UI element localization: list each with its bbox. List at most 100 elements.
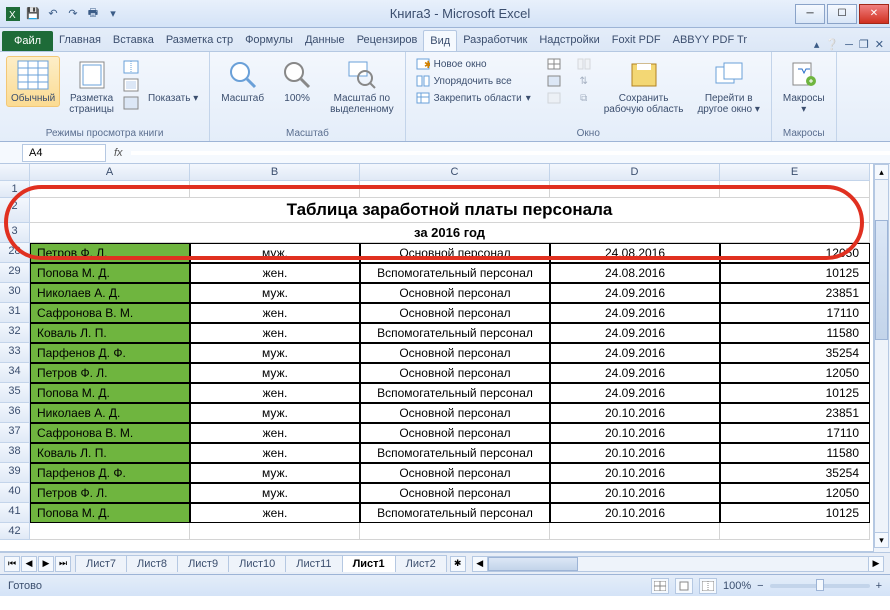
cell-category[interactable]: Основной персонал [360, 343, 550, 363]
maximize-button[interactable]: ☐ [827, 4, 857, 24]
page-layout-view-btn[interactable] [675, 578, 693, 594]
scroll-up-button[interactable]: ▴ [874, 164, 889, 180]
cell-value[interactable]: 17110 [720, 303, 870, 323]
cell-value[interactable]: 12050 [720, 243, 870, 263]
cell-category[interactable]: Основной персонал [360, 303, 550, 323]
cell-name[interactable]: Сафронова В. М. [30, 423, 190, 443]
zoom-in-button[interactable]: + [876, 580, 882, 592]
mdi-close-icon[interactable]: ✕ [875, 38, 884, 51]
cell-date[interactable]: 24.09.2016 [550, 343, 720, 363]
zoom-button[interactable]: Масштаб [216, 56, 269, 107]
cell-sex[interactable]: муж. [190, 243, 360, 263]
hscroll-thumb[interactable] [488, 557, 578, 571]
reset-position-button[interactable]: ⧉ [573, 90, 595, 106]
cell-date[interactable]: 24.09.2016 [550, 383, 720, 403]
cell-name[interactable]: Попова М. Д. [30, 503, 190, 523]
tab-главная[interactable]: Главная [53, 30, 107, 51]
cell-sex[interactable]: жен. [190, 443, 360, 463]
zoom-out-button[interactable]: − [757, 580, 763, 592]
arrange-all-button[interactable]: Упорядочить все [412, 73, 535, 89]
formula-input[interactable] [131, 151, 890, 155]
cell-category[interactable]: Основной персонал [360, 363, 550, 383]
cell[interactable] [190, 181, 360, 198]
row-header-33[interactable]: 33 [0, 343, 30, 363]
cell-sex[interactable]: муж. [190, 483, 360, 503]
scroll-left-button[interactable]: ◀ [472, 556, 488, 572]
sheet-tab-Лист9[interactable]: Лист9 [177, 555, 229, 572]
scroll-right-button[interactable]: ▶ [868, 556, 884, 572]
cell-date[interactable]: 20.10.2016 [550, 403, 720, 423]
cell-date[interactable]: 24.09.2016 [550, 363, 720, 383]
cell-category[interactable]: Вспомогательный персонал [360, 383, 550, 403]
cell-date[interactable]: 20.10.2016 [550, 443, 720, 463]
row-header-2[interactable]: 2 [0, 198, 30, 223]
hide-button[interactable] [543, 73, 565, 89]
mdi-restore-icon[interactable]: ❐ [859, 38, 869, 51]
cell-date[interactable]: 24.09.2016 [550, 283, 720, 303]
cell-sex[interactable]: жен. [190, 323, 360, 343]
col-header-A[interactable]: A [30, 164, 190, 181]
cell[interactable] [720, 181, 870, 198]
cell-category[interactable]: Основной персонал [360, 283, 550, 303]
cell-sex[interactable]: жен. [190, 303, 360, 323]
cell-date[interactable]: 24.09.2016 [550, 323, 720, 343]
row-header-30[interactable]: 30 [0, 283, 30, 303]
fx-icon[interactable]: fx [114, 147, 123, 159]
sync-scroll-button[interactable]: ⇅ [573, 73, 595, 89]
new-sheet-button[interactable]: ✱ [450, 556, 466, 572]
cell-sex[interactable]: жен. [190, 423, 360, 443]
cell-sex[interactable]: жен. [190, 503, 360, 523]
cell-category[interactable]: Основной персонал [360, 463, 550, 483]
tab-abbyy pdf tr[interactable]: ABBYY PDF Tr [667, 30, 753, 51]
tab-foxit pdf[interactable]: Foxit PDF [606, 30, 667, 51]
save-workspace-button[interactable]: Сохранить рабочую область [599, 56, 689, 118]
cell[interactable] [30, 181, 190, 198]
split-button[interactable] [543, 56, 565, 72]
cell-value[interactable]: 23851 [720, 283, 870, 303]
normal-view-btn[interactable] [651, 578, 669, 594]
zoom-100-button[interactable]: 100% [273, 56, 321, 107]
cell-value[interactable]: 17110 [720, 423, 870, 443]
zoom-thumb[interactable] [816, 579, 824, 591]
cell[interactable] [550, 181, 720, 198]
cell-name[interactable]: Попова М. Д. [30, 383, 190, 403]
sheet-tab-Лист7[interactable]: Лист7 [75, 555, 127, 572]
name-box[interactable]: A4 [22, 144, 106, 162]
tab-данные[interactable]: Данные [299, 30, 351, 51]
page-layout-button[interactable]: Разметка страницы [64, 56, 119, 118]
cell-date[interactable]: 20.10.2016 [550, 483, 720, 503]
cell-category[interactable]: Вспомогательный персонал [360, 443, 550, 463]
mdi-minimize-icon[interactable]: ─ [845, 39, 853, 51]
tab-разработчик[interactable]: Разработчик [457, 30, 533, 51]
sheet-tab-Лист2[interactable]: Лист2 [395, 555, 447, 572]
row-header-34[interactable]: 34 [0, 363, 30, 383]
row-header-37[interactable]: 37 [0, 423, 30, 443]
cell-date[interactable]: 20.10.2016 [550, 463, 720, 483]
show-button[interactable]: Показать ▾ [143, 56, 203, 107]
select-all-corner[interactable] [0, 164, 30, 181]
sheet-tab-Лист11[interactable]: Лист11 [285, 555, 342, 572]
cell-category[interactable]: Вспомогательный персонал [360, 263, 550, 283]
row-header-41[interactable]: 41 [0, 503, 30, 523]
cell-value[interactable]: 23851 [720, 403, 870, 423]
undo-icon[interactable]: ↶ [44, 5, 62, 23]
vscroll-thumb[interactable] [875, 220, 888, 340]
unhide-button[interactable] [543, 90, 565, 106]
cell-value[interactable]: 11580 [720, 443, 870, 463]
tab-рецензиров[interactable]: Рецензиров [351, 30, 424, 51]
tab-разметка стр[interactable]: Разметка стр [160, 30, 239, 51]
sheet-nav-prev[interactable]: ◀ [21, 556, 37, 572]
cell-date[interactable]: 24.08.2016 [550, 243, 720, 263]
custom-views-icon[interactable] [123, 78, 139, 92]
sheet-tab-Лист8[interactable]: Лист8 [126, 555, 178, 572]
cell-value[interactable]: 12050 [720, 483, 870, 503]
pagebreak-preview-icon[interactable] [123, 60, 139, 74]
cell-date[interactable]: 20.10.2016 [550, 423, 720, 443]
cell-name[interactable]: Коваль Л. П. [30, 323, 190, 343]
tab-надстройки[interactable]: Надстройки [533, 30, 605, 51]
cell[interactable] [720, 523, 870, 540]
tab-вставка[interactable]: Вставка [107, 30, 160, 51]
cell-sex[interactable]: жен. [190, 383, 360, 403]
cell-name[interactable]: Попова М. Д. [30, 263, 190, 283]
col-header-B[interactable]: B [190, 164, 360, 181]
